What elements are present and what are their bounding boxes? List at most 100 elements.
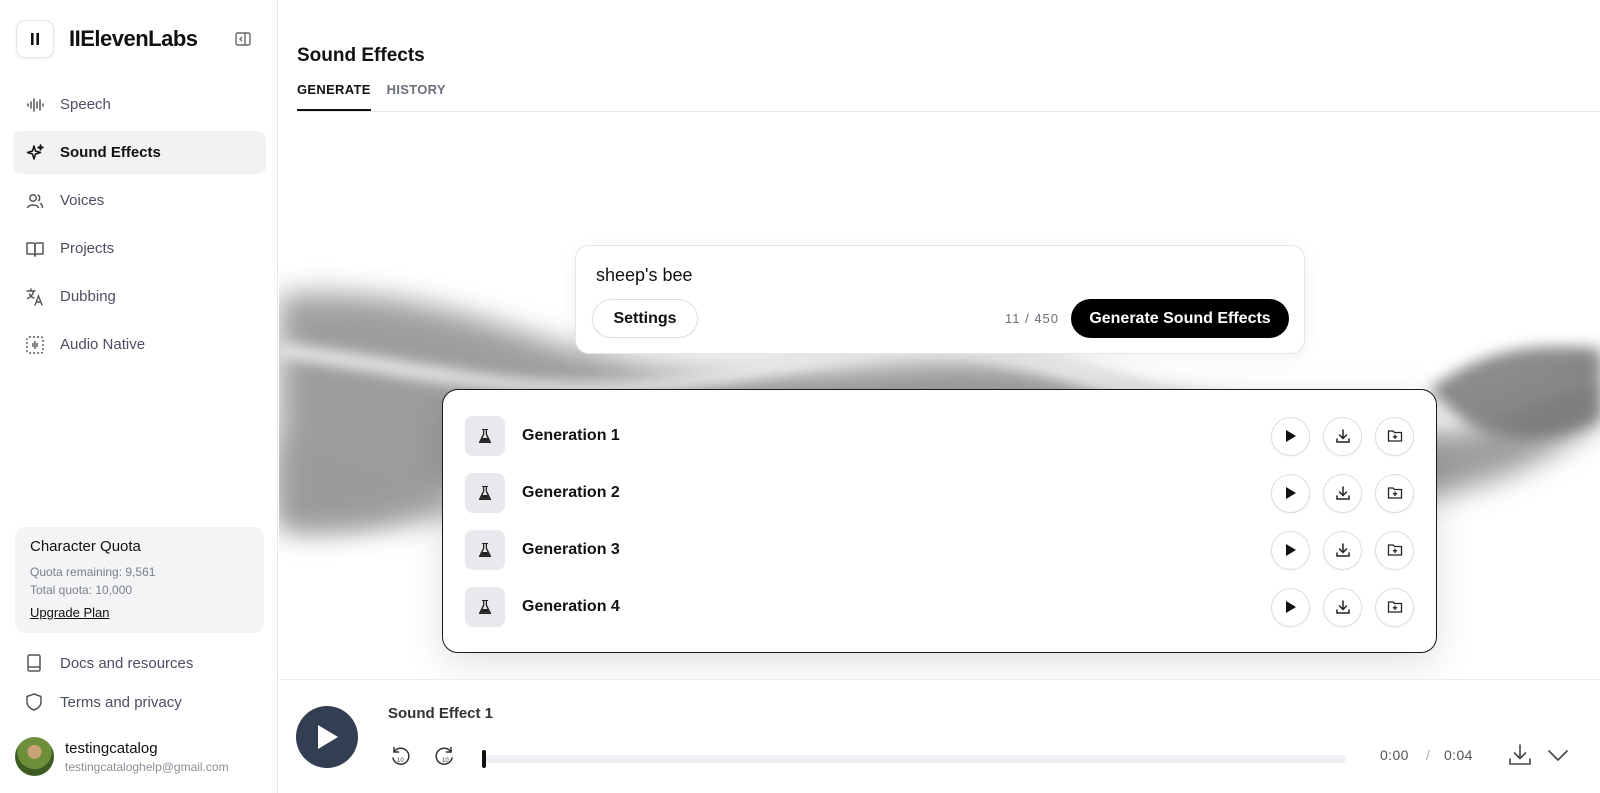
page-title: Sound Effects <box>297 45 425 66</box>
users-icon <box>25 191 45 211</box>
audio-native-icon <box>25 335 45 355</box>
sidebar-item-projects[interactable]: Projects <box>13 227 266 270</box>
play-icon <box>1285 601 1296 613</box>
download-icon[interactable] <box>1507 742 1533 768</box>
user-profile[interactable]: testingcatalog testingcataloghelp@gmail.… <box>15 737 229 776</box>
generation-row[interactable]: Generation 4 <box>465 587 1414 627</box>
main-content: Sound Effects GENERATE HISTORY sheep's b… <box>279 0 1600 793</box>
sidebar-item-label: Audio Native <box>60 336 146 353</box>
brand: IIElevenLabs <box>16 20 198 58</box>
pause-button[interactable] <box>16 20 54 58</box>
flask-icon <box>465 416 505 456</box>
generation-row[interactable]: Generation 1 <box>465 416 1414 456</box>
play-icon <box>318 725 338 749</box>
terms-privacy-link[interactable]: Terms and privacy <box>24 692 182 712</box>
tab-bar: GENERATE HISTORY <box>297 82 462 111</box>
generate-sound-effects-button[interactable]: Generate Sound Effects <box>1071 299 1289 338</box>
flask-icon <box>465 530 505 570</box>
sidebar-item-label: Speech <box>60 96 111 113</box>
sidebar-item-voices[interactable]: Voices <box>13 179 266 222</box>
brand-logo-text: IIElevenLabs <box>69 26 198 51</box>
track-title: Sound Effect 1 <box>388 705 494 722</box>
generations-panel: Generation 1 Generation 2 Generation 3 G… <box>442 389 1437 653</box>
download-icon <box>1335 600 1350 614</box>
sidebar-item-speech[interactable]: Speech <box>13 83 266 126</box>
add-to-folder-button[interactable] <box>1375 416 1414 456</box>
download-icon <box>1335 486 1350 500</box>
svg-text:10: 10 <box>442 758 449 764</box>
quota-remaining: Quota remaining: 9,561 <box>30 565 156 579</box>
download-icon <box>1335 543 1350 557</box>
tab-generate[interactable]: GENERATE <box>297 82 371 111</box>
sidebar: IIElevenLabs Speech Sound Effects Voices… <box>0 0 278 793</box>
app-root: IIElevenLabs Speech Sound Effects Voices… <box>0 0 1600 793</box>
play-button[interactable] <box>1271 530 1310 570</box>
tab-history[interactable]: HISTORY <box>387 82 446 111</box>
shield-icon <box>24 692 44 712</box>
duration: 0:04 <box>1444 747 1473 763</box>
sidebar-collapse-icon <box>235 32 251 46</box>
generation-name: Generation 2 <box>522 484 620 501</box>
document-icon <box>24 653 44 673</box>
sidebar-item-label: Dubbing <box>60 288 116 305</box>
sparkle-icon <box>25 143 45 163</box>
character-quota-card: Character Quota Quota remaining: 9,561 T… <box>15 527 264 633</box>
collapse-sidebar-button[interactable] <box>233 29 253 49</box>
translate-icon <box>25 287 45 307</box>
flask-icon <box>465 473 505 513</box>
docs-resources-link[interactable]: Docs and resources <box>24 653 193 673</box>
flask-icon <box>465 587 505 627</box>
folder-plus-icon <box>1387 544 1402 556</box>
sidebar-item-label: Projects <box>60 240 115 257</box>
prompt-input[interactable]: sheep's bee <box>596 265 693 286</box>
generation-name: Generation 3 <box>522 541 620 558</box>
progress-bar[interactable] <box>482 750 1346 768</box>
settings-button[interactable]: Settings <box>592 299 698 338</box>
svg-text:10: 10 <box>397 758 404 764</box>
download-button[interactable] <box>1323 530 1362 570</box>
generation-name: Generation 4 <box>522 598 620 615</box>
waveform-icon <box>25 95 45 115</box>
sidebar-item-dubbing[interactable]: Dubbing <box>13 275 266 318</box>
docs-resources-label: Docs and resources <box>60 654 194 672</box>
upgrade-plan-link[interactable]: Upgrade Plan <box>30 605 110 620</box>
rewind-10-icon[interactable]: 10 <box>389 745 411 767</box>
play-button[interactable] <box>1271 473 1310 513</box>
play-button[interactable] <box>1271 587 1310 627</box>
forward-10-icon[interactable]: 10 <box>434 745 456 767</box>
sidebar-nav: Speech Sound Effects Voices Projects Dub… <box>13 83 266 371</box>
user-name: testingcatalog <box>65 739 158 757</box>
chevron-down-icon[interactable] <box>1545 742 1571 768</box>
folder-plus-icon <box>1387 601 1402 613</box>
folder-plus-icon <box>1387 430 1402 442</box>
add-to-folder-button[interactable] <box>1375 530 1414 570</box>
terms-privacy-label: Terms and privacy <box>60 693 182 711</box>
sidebar-item-label: Sound Effects <box>60 144 161 161</box>
play-icon <box>1285 544 1296 556</box>
add-to-folder-button[interactable] <box>1375 473 1414 513</box>
generation-name: Generation 1 <box>522 427 620 444</box>
download-button[interactable] <box>1323 587 1362 627</box>
time-separator: / <box>1426 747 1430 763</box>
sidebar-item-audio-native[interactable]: Audio Native <box>13 323 266 366</box>
user-email: testingcataloghelp@gmail.com <box>65 759 229 774</box>
generation-row[interactable]: Generation 3 <box>465 530 1414 570</box>
play-icon <box>1285 487 1296 499</box>
progress-thumb[interactable] <box>482 750 486 768</box>
avatar <box>15 737 54 776</box>
book-icon <box>25 239 45 259</box>
tabs-divider <box>297 111 1600 112</box>
user-info: testingcatalog testingcataloghelp@gmail.… <box>65 740 229 774</box>
sidebar-item-sound-effects[interactable]: Sound Effects <box>13 131 266 174</box>
prompt-card: sheep's bee Settings 11 / 450 Generate S… <box>575 245 1305 354</box>
play-icon <box>1285 430 1296 442</box>
quota-title: Character Quota <box>30 538 141 555</box>
download-button[interactable] <box>1323 473 1362 513</box>
play-button[interactable] <box>1271 416 1310 456</box>
download-button[interactable] <box>1323 416 1362 456</box>
current-time: 0:00 <box>1380 747 1409 763</box>
add-to-folder-button[interactable] <box>1375 587 1414 627</box>
player-play-button[interactable] <box>296 706 358 768</box>
generation-row[interactable]: Generation 2 <box>465 473 1414 513</box>
folder-plus-icon <box>1387 487 1402 499</box>
